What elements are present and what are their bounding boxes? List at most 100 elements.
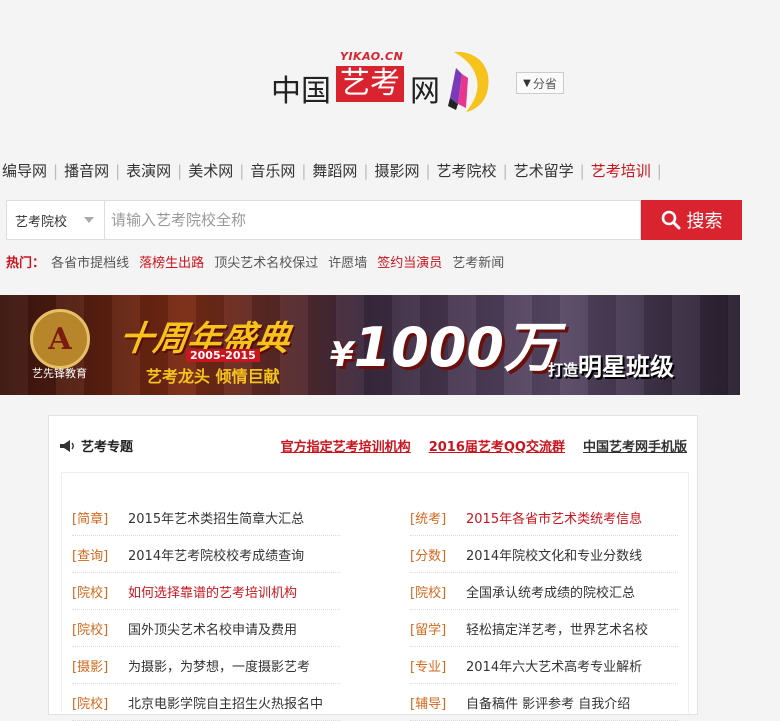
- topic-link[interactable]: 2015年艺术类招生简章大汇总: [128, 508, 304, 527]
- nav-link[interactable]: 艺术留学: [514, 162, 574, 180]
- hot-label: 热门：: [6, 256, 46, 271]
- nav-separator: |: [502, 162, 508, 180]
- topic-item: [院校] 国外顶尖艺术名校申请及费用: [72, 610, 340, 647]
- nav-link[interactable]: 美术网: [188, 162, 233, 180]
- topic-list-left: [简章] 2015年艺术类招生简章大汇总 [查询] 2014年艺考院校校考成绩查询 [院…: [72, 499, 340, 721]
- hot-link[interactable]: 艺考新闻: [452, 256, 504, 271]
- logo-text-left: 中国: [271, 74, 331, 109]
- topic-item: [专业] 2014年六大艺术高考专业解析: [410, 647, 678, 684]
- hot-link[interactable]: 顶尖艺术名校保过: [214, 256, 318, 271]
- topic-link[interactable]: 如何选择靠谱的艺考培训机构: [128, 582, 297, 601]
- caret-down-icon: ▼: [523, 77, 531, 89]
- topic-list-right: [统考] 2015年各省市艺术类统考信息 [分数] 2014年院校文化和专业分数线 [院…: [410, 499, 678, 721]
- panel-title: 艺考专题: [59, 436, 133, 455]
- topic-link[interactable]: 全国承认统考成绩的院校汇总: [466, 582, 635, 601]
- search-button[interactable]: 搜索: [641, 200, 742, 240]
- topic-link[interactable]: 2015年各省市艺术类统考信息: [466, 508, 642, 527]
- topic-link[interactable]: 轻松搞定洋艺考，世界艺术名校: [466, 619, 648, 638]
- nav-separator: |: [177, 162, 183, 180]
- hot-link[interactable]: 签约当演员: [377, 256, 442, 271]
- megaphone-icon: [60, 439, 74, 452]
- nav-separator: |: [53, 162, 59, 180]
- banner-tagline-small: 打造: [548, 361, 579, 379]
- search-button-label: 搜索: [686, 211, 723, 232]
- topic-item: [分数] 2014年院校文化和专业分数线: [410, 536, 678, 573]
- banner-slogan: 艺考龙头 倾情巨献: [146, 367, 280, 386]
- topic-category-tag[interactable]: [院校]: [72, 582, 128, 601]
- topic-link[interactable]: 2014年六大艺术高考专业解析: [466, 656, 642, 675]
- nav-separator: |: [363, 162, 369, 180]
- nav-separator: |: [656, 162, 662, 180]
- topic-category-tag[interactable]: [留学]: [410, 619, 466, 638]
- nav-link[interactable]: 摄影网: [374, 162, 419, 180]
- topic-item: [留学] 轻松搞定洋艺考，世界艺术名校: [410, 610, 678, 647]
- nav-link[interactable]: 表演网: [126, 162, 171, 180]
- banner-amount: ¥1000万: [330, 303, 558, 382]
- nav-link[interactable]: 舞蹈网: [312, 162, 357, 180]
- panel-header: 艺考专题 官方指定艺考培训机构 2016届艺考QQ交流群 中国艺考网手机版: [59, 434, 687, 458]
- topic-item: [查询] 2014年艺考院校校考成绩查询: [72, 536, 340, 573]
- topic-category-tag[interactable]: [分数]: [410, 545, 466, 564]
- logo-domain: YIKAO.CN: [340, 50, 404, 63]
- banner-amount-value: 1000万: [353, 316, 558, 379]
- chevron-down-icon: [84, 217, 94, 223]
- topic-link[interactable]: 2014年艺考院校校考成绩查询: [128, 545, 304, 564]
- nav-separator: |: [579, 162, 585, 180]
- topic-category-tag[interactable]: [专业]: [410, 656, 466, 675]
- topic-category-tag[interactable]: [院校]: [410, 582, 466, 601]
- promo-banner[interactable]: A 艺先锋教育 十周年盛典 2005-2015 艺考龙头 倾情巨献 ¥1000万…: [0, 295, 740, 395]
- topic-category-tag[interactable]: [摄影]: [72, 656, 128, 675]
- panel-header-links: 官方指定艺考培训机构 2016届艺考QQ交流群 中国艺考网手机版: [263, 436, 687, 455]
- search-icon: [661, 210, 680, 230]
- logo-text-middle: 艺考: [336, 66, 404, 102]
- panel-header-link[interactable]: 中国艺考网手机版: [583, 440, 687, 455]
- logo-text-right: 网: [410, 74, 440, 109]
- panel-header-link[interactable]: 2016届艺考QQ交流群: [429, 440, 565, 455]
- topic-item: [院校] 全国承认统考成绩的院校汇总: [410, 573, 678, 610]
- topic-list-area: [简章] 2015年艺术类招生简章大汇总 [查询] 2014年艺考院校校考成绩查询 [院…: [61, 472, 689, 721]
- topic-category-tag[interactable]: [查询]: [72, 545, 128, 564]
- topic-link[interactable]: 为摄影，为梦想，一度摄影艺考: [128, 656, 310, 675]
- topic-link[interactable]: 国外顶尖艺术名校申请及费用: [128, 619, 297, 638]
- topic-category-tag[interactable]: [院校]: [72, 619, 128, 638]
- nav-link[interactable]: 艺考培训: [591, 162, 651, 180]
- banner-years: 2005-2015: [186, 349, 260, 362]
- banner-currency: ¥: [330, 335, 354, 375]
- topic-item: [统考] 2015年各省市艺术类统考信息: [410, 499, 678, 536]
- nav-separator: |: [239, 162, 245, 180]
- nav-link[interactable]: 编导网: [2, 162, 47, 180]
- hot-links: 热门： 各省市提档线 落榜生出路 顶尖艺术名校保过 许愿墙 签约当演员 艺考新闻: [6, 252, 514, 271]
- hot-link[interactable]: 许愿墙: [328, 256, 367, 271]
- panel-title-text: 艺考专题: [81, 440, 134, 455]
- topic-item: [院校] 北京电影学院自主招生火热报名中: [72, 684, 340, 721]
- search-category-label: 艺考院校: [15, 214, 68, 230]
- nav-separator: |: [301, 162, 307, 180]
- banner-org-name: 艺先锋教育: [32, 367, 87, 380]
- topic-item: [院校] 如何选择靠谱的艺考培训机构: [72, 573, 340, 610]
- nav-separator: |: [115, 162, 121, 180]
- banner-tagline-main: 明星班级: [578, 353, 675, 381]
- nav-link[interactable]: 音乐网: [250, 162, 295, 180]
- topic-category-tag[interactable]: [简章]: [72, 508, 128, 527]
- topic-link[interactable]: 2014年院校文化和专业分数线: [466, 545, 642, 564]
- search-category-select[interactable]: 艺考院校: [6, 200, 104, 240]
- topic-category-tag[interactable]: [统考]: [410, 508, 466, 527]
- search-input[interactable]: [104, 200, 641, 240]
- hot-link[interactable]: 落榜生出路: [139, 256, 204, 271]
- province-select-button[interactable]: ▼ 分省: [516, 72, 564, 94]
- panel-header-link[interactable]: 官方指定艺考培训机构: [281, 440, 411, 455]
- topic-item: [摄影] 为摄影，为梦想，一度摄影艺考: [72, 647, 340, 684]
- hot-link[interactable]: 各省市提档线: [51, 256, 129, 271]
- banner-tagline: 打造明星班级: [548, 347, 674, 382]
- nav-separator: |: [425, 162, 431, 180]
- site-logo[interactable]: YIKAO.CN 中国 艺考 网: [268, 46, 498, 116]
- topic-panel: 艺考专题 官方指定艺考培训机构 2016届艺考QQ交流群 中国艺考网手机版 [简章]…: [48, 415, 698, 721]
- logo-swoosh-icon: [448, 51, 489, 112]
- nav-link[interactable]: 艺考院校: [437, 162, 497, 180]
- banner-emblem: A: [30, 309, 90, 369]
- topic-item: [辅导] 自备稿件 影评参考 自我介绍: [410, 684, 678, 721]
- province-button-label: 分省: [532, 76, 557, 91]
- main-nav: 编导网 | 播音网 | 表演网 | 美术网 | 音乐网 | 舞蹈网 | 摄影网 | 艺考院校 | 艺术留学 | 艺考…: [2, 160, 668, 181]
- search-bar: 艺考院校 搜索: [6, 200, 742, 240]
- nav-link[interactable]: 播音网: [64, 162, 109, 180]
